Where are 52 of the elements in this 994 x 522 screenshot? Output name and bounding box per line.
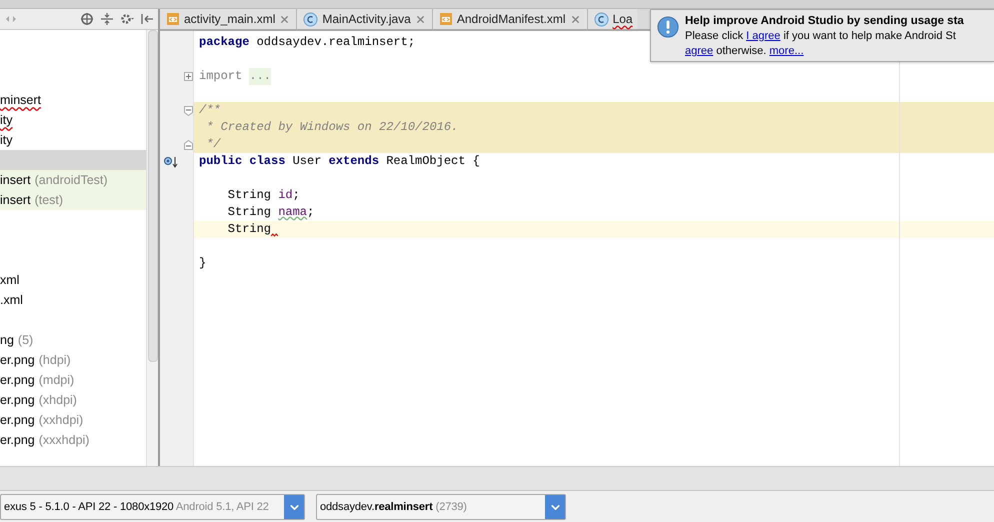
code-line: public class User extends RealmObject {	[199, 153, 481, 170]
code-line: package oddsaydev.realminsert;	[199, 34, 416, 51]
class-icon	[303, 12, 318, 26]
code-line: }	[199, 255, 208, 272]
editor-tab[interactable]: MainActivity.java	[297, 9, 433, 29]
tree-row[interactable]: .xml	[0, 290, 146, 310]
notification-text: agree otherwise. more...	[685, 44, 805, 59]
notification-link[interactable]: agree	[685, 45, 714, 57]
tree-row[interactable]: xml	[0, 270, 146, 290]
fold-expand-icon[interactable]	[184, 72, 193, 81]
code-line: String nama;	[226, 204, 316, 221]
notification-link[interactable]: I agree	[746, 30, 780, 42]
info-icon	[657, 16, 679, 38]
implemented-marker-icon[interactable]	[163, 156, 179, 168]
scrollbar[interactable]	[146, 30, 158, 466]
pin-left-icon[interactable]	[140, 12, 154, 26]
tree-row[interactable]: ity	[0, 130, 146, 150]
tree-row[interactable]: ity	[0, 110, 146, 130]
code-line: /**	[199, 102, 222, 119]
tree-row[interactable]: insert (androidTest)	[0, 170, 146, 190]
collapse-icon[interactable]	[100, 12, 114, 26]
code-line: String	[226, 221, 272, 238]
notification-title: Help improve Android Studio by sending usage sta	[685, 14, 964, 29]
xml-file-icon	[438, 12, 453, 26]
crosshair-icon[interactable]	[80, 12, 94, 26]
class-icon	[594, 12, 609, 26]
tree-row[interactable]: er.png (xhdpi)	[0, 390, 146, 410]
tree-row[interactable]: er.png (mdpi)	[0, 370, 146, 390]
device-dropdown[interactable]: exus 5 - 5.1.0 - API 22 - 1080x1920 Android 5.1, API 22	[0, 494, 305, 520]
code-line: import ...	[199, 68, 272, 85]
close-icon[interactable]	[414, 14, 426, 24]
close-icon[interactable]	[279, 14, 290, 24]
xml-file-icon	[166, 12, 180, 26]
fold-collapse-icon[interactable]	[184, 140, 193, 150]
process-dropdown[interactable]: oddsaydev.realminsert (2739)	[316, 494, 566, 520]
code-line: * Created by Windows on 22/10/2016.	[205, 119, 460, 136]
notification-text: Please click I agree if you want to help make Android St	[685, 29, 957, 44]
tree-row[interactable]: insert (test)	[0, 190, 146, 210]
code-line: String id;	[226, 187, 301, 204]
editor-tab[interactable]: Loa	[588, 9, 637, 29]
tree-row[interactable]: er.png (xxxhdpi)	[0, 430, 146, 450]
gear-icon[interactable]	[120, 12, 134, 26]
editor-tab[interactable]: activity_main.xml	[160, 9, 298, 29]
tree-row[interactable]: er.png (hdpi)	[0, 350, 146, 370]
tree-row[interactable]: er.png (xxhdpi)	[0, 410, 146, 430]
code-line: */	[205, 136, 222, 153]
editor-tab[interactable]: AndroidManifest.xml	[432, 9, 588, 29]
fold-collapse-icon[interactable]	[184, 106, 193, 116]
close-icon[interactable]	[570, 14, 581, 24]
tree-row[interactable]: ng (5)	[0, 330, 146, 350]
notification-link[interactable]: more...	[769, 45, 804, 57]
tree-row[interactable]: minsert	[0, 90, 146, 110]
